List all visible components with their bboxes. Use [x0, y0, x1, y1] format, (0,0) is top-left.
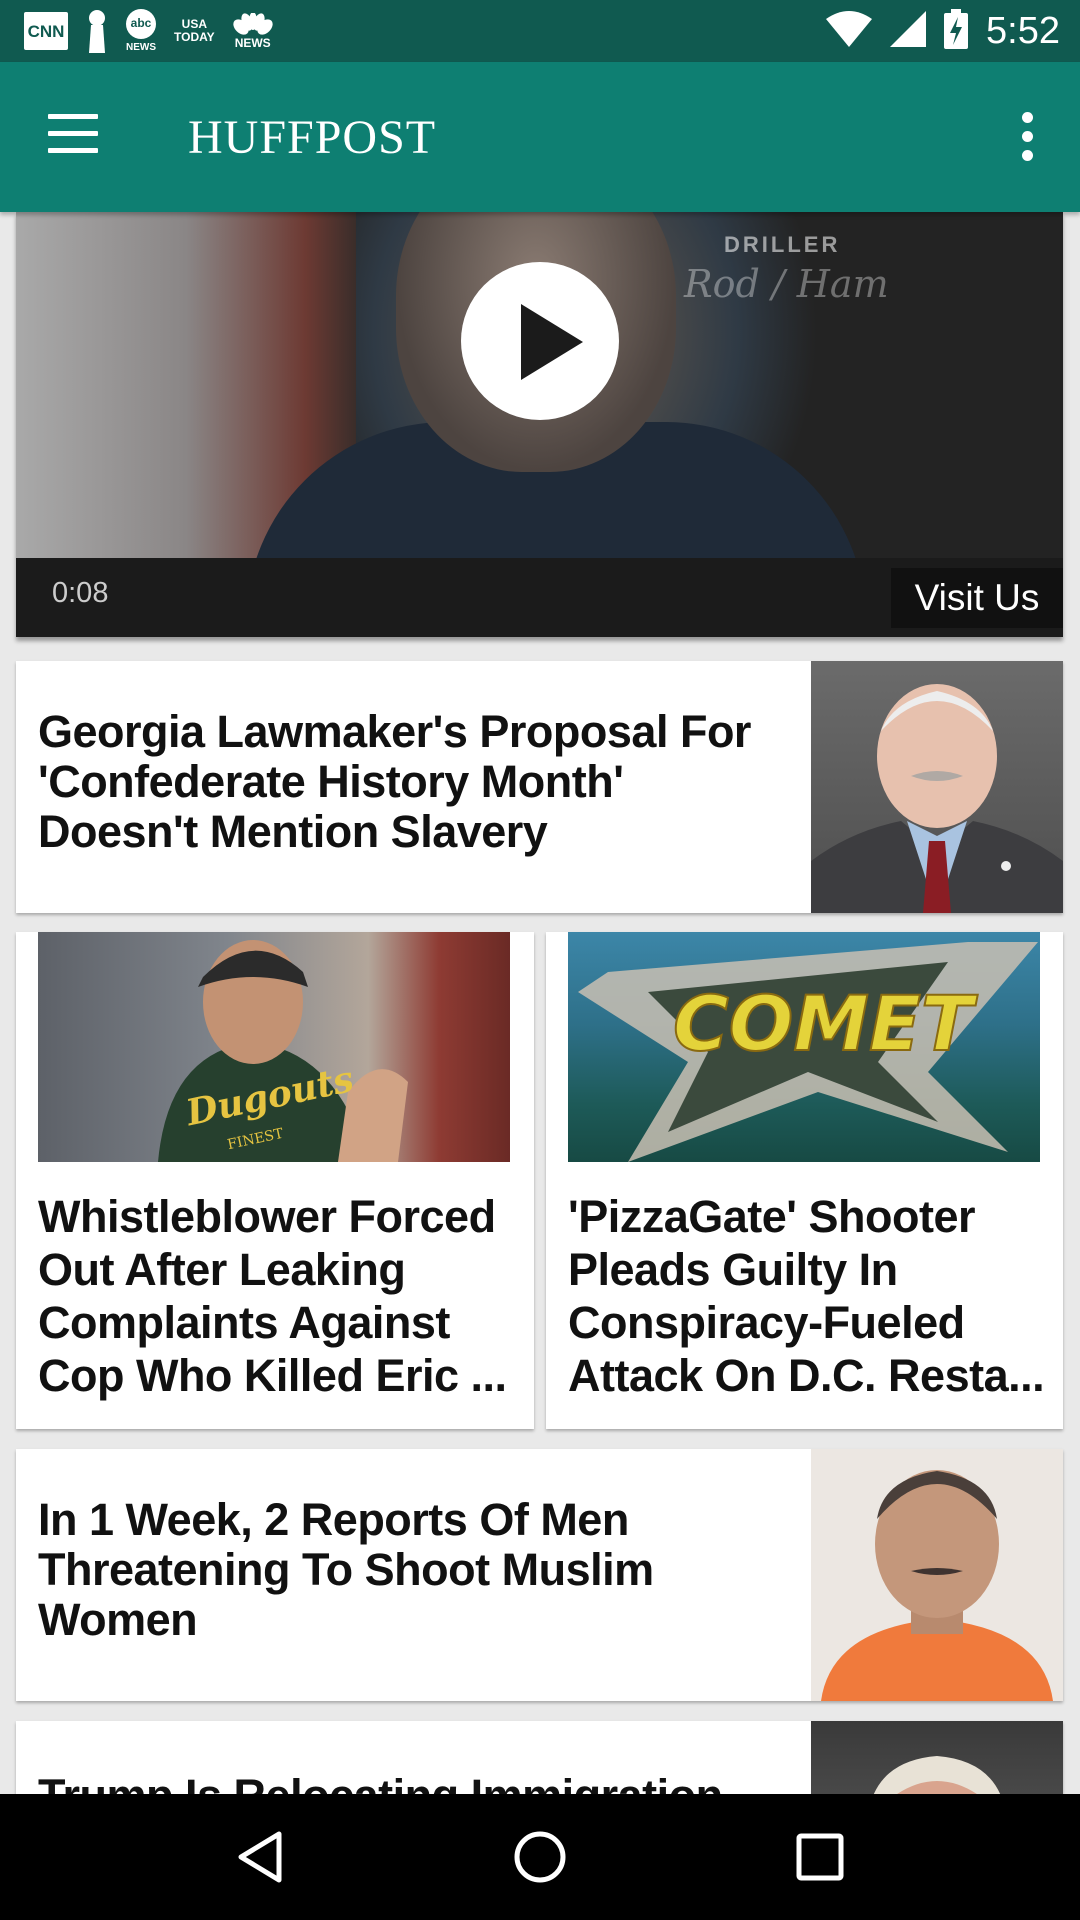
article-card[interactable]: Trump Is Relocating Immigration: [16, 1721, 1063, 1794]
today-label: TODAY: [174, 30, 215, 44]
video-timestamp: 0:08: [52, 577, 109, 609]
article-card[interactable]: Georgia Lawmaker's Proposal For 'Confede…: [16, 661, 1063, 913]
lawmaker-photo: [811, 684, 1063, 913]
nbc-news-icon: NEWS: [233, 12, 273, 50]
article-thumbnail[interactable]: [811, 661, 1063, 913]
hamburger-icon: [48, 114, 98, 119]
home-button[interactable]: [510, 1827, 570, 1887]
article-card[interactable]: In 1 Week, 2 Reports Of Men Threatening …: [16, 1449, 1063, 1701]
comet-sign-photo: COMET: [578, 942, 1038, 1162]
overflow-icon: [1022, 112, 1033, 123]
status-bar: CNN abc NEWS USA TODAY NEWS 5:52: [0, 0, 1080, 62]
back-icon: [238, 1831, 282, 1883]
article-headline[interactable]: In 1 Week, 2 Reports Of Men Threatening …: [38, 1495, 778, 1645]
abc-news-icon: abc NEWS: [126, 8, 156, 54]
abc-label: abc: [126, 8, 156, 39]
battery-icon: [944, 8, 969, 54]
wifi-icon: [826, 10, 873, 52]
article-headline[interactable]: 'PizzaGate' Shooter Pleads Guilty In Con…: [568, 1190, 1048, 1402]
article-thumbnail[interactable]: [811, 1721, 1063, 1794]
app-bar: HUFFPOST: [0, 62, 1080, 212]
usa-today-icon: USA TODAY: [174, 18, 215, 44]
whistleblower-photo: Dugouts FINEST: [158, 940, 408, 1162]
article-card[interactable]: Dugouts FINEST Whistleblower Forced Out …: [16, 932, 534, 1429]
menu-button[interactable]: [48, 114, 98, 154]
video-player[interactable]: DRILLER Rod / Ham 0:08 Visit Us: [16, 212, 1063, 637]
navigation-bar: [0, 1794, 1080, 1920]
app-title: HUFFPOST: [188, 111, 437, 164]
article-headline[interactable]: Whistleblower Forced Out After Leaking C…: [38, 1190, 518, 1402]
home-icon: [514, 1831, 566, 1883]
cnn-label: CNN: [27, 21, 65, 41]
trump-photo: [873, 1756, 1001, 1794]
mugshot-photo: [821, 1470, 1053, 1701]
article-headline[interactable]: Georgia Lawmaker's Proposal For 'Confede…: [38, 707, 778, 857]
article-thumbnail[interactable]: COMET: [568, 932, 1040, 1162]
article-card[interactable]: COMET 'PizzaGate' Shooter Pleads Guilty …: [546, 932, 1063, 1429]
video-watermark-signature: Rod / Ham: [684, 262, 889, 306]
article-headline[interactable]: Trump Is Relocating Immigration: [38, 1771, 778, 1795]
comet-text: COMET: [673, 979, 978, 1068]
overflow-dot: [1022, 150, 1033, 161]
play-button[interactable]: [461, 262, 619, 420]
visit-us-button[interactable]: Visit Us: [891, 568, 1063, 628]
overflow-dot: [1022, 131, 1033, 142]
cnn-icon: CNN: [24, 12, 68, 50]
back-button[interactable]: [230, 1827, 290, 1887]
more-options-button[interactable]: [1022, 112, 1034, 162]
abc-news-label: NEWS: [126, 41, 156, 53]
notification-icons: CNN abc NEWS USA TODAY NEWS: [24, 8, 273, 54]
nbc-news-label: NEWS: [234, 35, 271, 50]
recents-button[interactable]: [790, 1827, 850, 1887]
signal-icon: [890, 10, 927, 52]
hamburger-line: [48, 131, 98, 136]
system-status: 5:52: [826, 0, 1060, 62]
keyhole-icon: [86, 9, 108, 53]
recents-icon: [796, 1833, 844, 1881]
article-thumbnail[interactable]: [811, 1449, 1063, 1701]
video-watermark: DRILLER: [724, 232, 841, 257]
hamburger-line: [48, 148, 98, 153]
video-frame[interactable]: DRILLER Rod / Ham: [16, 212, 1063, 558]
clock: 5:52: [986, 9, 1060, 52]
article-thumbnail[interactable]: Dugouts FINEST: [38, 932, 510, 1162]
news-feed[interactable]: DRILLER Rod / Ham 0:08 Visit Us Georgia …: [0, 212, 1080, 1794]
